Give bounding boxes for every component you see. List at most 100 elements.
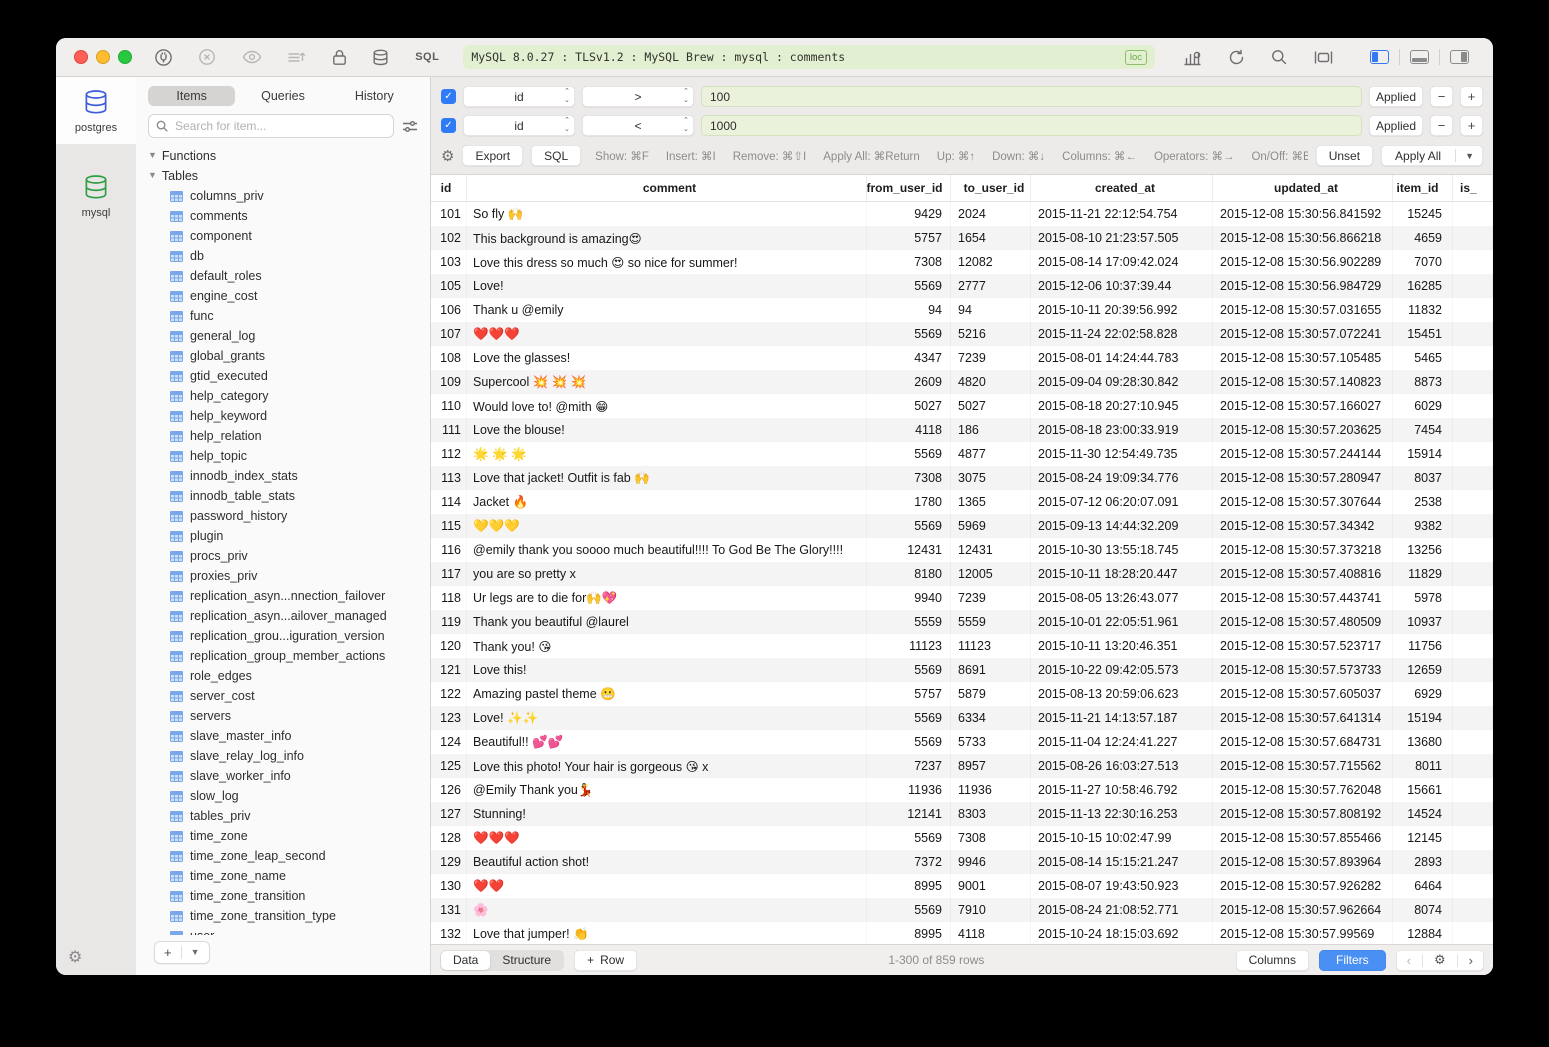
filter-operator-select[interactable]: > ⌃⌃ bbox=[582, 86, 694, 107]
cell-item_id[interactable]: 6929 bbox=[1393, 682, 1453, 706]
add-item-button[interactable]: + bbox=[155, 945, 181, 960]
cell-id[interactable]: 131 bbox=[431, 898, 467, 922]
cell-created_at[interactable]: 2015-08-14 15:15:21.247 bbox=[1031, 850, 1213, 874]
cell-is_[interactable] bbox=[1453, 442, 1493, 466]
cell-item_id[interactable]: 2538 bbox=[1393, 490, 1453, 514]
cell-from_user_id[interactable]: 5569 bbox=[867, 322, 951, 346]
sidebar-table-item[interactable]: slave_relay_log_info bbox=[148, 746, 430, 766]
sidebar-table-item[interactable]: servers bbox=[148, 706, 430, 726]
cell-to_user_id[interactable]: 1654 bbox=[951, 226, 1031, 250]
cell-to_user_id[interactable]: 1365 bbox=[951, 490, 1031, 514]
cell-updated_at[interactable]: 2015-12-08 15:30:57.762048 bbox=[1213, 778, 1393, 802]
cell-updated_at[interactable]: 2015-12-08 15:30:57.443741 bbox=[1213, 586, 1393, 610]
connection-icon[interactable] bbox=[154, 48, 173, 67]
cell-item_id[interactable]: 15245 bbox=[1393, 202, 1453, 226]
cell-is_[interactable] bbox=[1453, 754, 1493, 778]
close-window-button[interactable] bbox=[74, 50, 88, 64]
cell-from_user_id[interactable]: 7308 bbox=[867, 466, 951, 490]
cell-created_at[interactable]: 2015-10-01 22:05:51.961 bbox=[1031, 610, 1213, 634]
cell-id[interactable]: 114 bbox=[431, 490, 467, 514]
cell-updated_at[interactable]: 2015-12-08 15:30:57.166027 bbox=[1213, 394, 1393, 418]
cell-updated_at[interactable]: 2015-12-08 15:30:57.523717 bbox=[1213, 634, 1393, 658]
cell-item_id[interactable]: 8873 bbox=[1393, 370, 1453, 394]
cell-id[interactable]: 106 bbox=[431, 298, 467, 322]
cell-to_user_id[interactable]: 7239 bbox=[951, 586, 1031, 610]
cell-created_at[interactable]: 2015-10-24 18:15:03.692 bbox=[1031, 922, 1213, 944]
cell-item_id[interactable]: 13256 bbox=[1393, 538, 1453, 562]
cell-to_user_id[interactable]: 12431 bbox=[951, 538, 1031, 562]
cell-id[interactable]: 125 bbox=[431, 754, 467, 778]
cell-comment[interactable]: ❤️❤️❤️ bbox=[467, 826, 867, 850]
cell-created_at[interactable]: 2015-08-14 17:09:42.024 bbox=[1031, 250, 1213, 274]
cell-is_[interactable] bbox=[1453, 490, 1493, 514]
cell-id[interactable]: 117 bbox=[431, 562, 467, 586]
cell-is_[interactable] bbox=[1453, 466, 1493, 490]
cell-to_user_id[interactable]: 94 bbox=[951, 298, 1031, 322]
cell-is_[interactable] bbox=[1453, 634, 1493, 658]
cell-updated_at[interactable]: 2015-12-08 15:30:57.244144 bbox=[1213, 442, 1393, 466]
tab-queries[interactable]: Queries bbox=[239, 86, 326, 106]
cell-to_user_id[interactable]: 4118 bbox=[951, 922, 1031, 944]
cell-from_user_id[interactable]: 5027 bbox=[867, 394, 951, 418]
apply-all-dropdown[interactable]: ▼ bbox=[1456, 151, 1483, 161]
cell-created_at[interactable]: 2015-10-22 09:42:05.573 bbox=[1031, 658, 1213, 682]
sidebar-table-item[interactable]: db bbox=[148, 246, 430, 266]
cell-to_user_id[interactable]: 12005 bbox=[951, 562, 1031, 586]
cell-id[interactable]: 122 bbox=[431, 682, 467, 706]
cell-updated_at[interactable]: 2015-12-08 15:30:57.893964 bbox=[1213, 850, 1393, 874]
cell-to_user_id[interactable]: 9946 bbox=[951, 850, 1031, 874]
sidebar-table-item[interactable]: innodb_table_stats bbox=[148, 486, 430, 506]
cell-comment[interactable]: ❤️❤️ bbox=[467, 874, 867, 898]
cell-created_at[interactable]: 2015-10-30 13:55:18.745 bbox=[1031, 538, 1213, 562]
cell-id[interactable]: 105 bbox=[431, 274, 467, 298]
cell-item_id[interactable]: 15194 bbox=[1393, 706, 1453, 730]
cell-is_[interactable] bbox=[1453, 850, 1493, 874]
cell-item_id[interactable]: 6464 bbox=[1393, 874, 1453, 898]
toggle-right-panel-icon[interactable] bbox=[1440, 50, 1479, 64]
cell-from_user_id[interactable]: 5569 bbox=[867, 898, 951, 922]
add-item-dropdown[interactable]: ▼ bbox=[182, 947, 209, 957]
cell-id[interactable]: 103 bbox=[431, 250, 467, 274]
cell-is_[interactable] bbox=[1453, 874, 1493, 898]
cell-from_user_id[interactable]: 4347 bbox=[867, 346, 951, 370]
cell-from_user_id[interactable]: 5569 bbox=[867, 442, 951, 466]
cell-updated_at[interactable]: 2015-12-08 15:30:57.105485 bbox=[1213, 346, 1393, 370]
tree-group-functions[interactable]: ▼ Functions bbox=[148, 146, 430, 166]
cell-id[interactable]: 110 bbox=[431, 394, 467, 418]
sidebar-table-item[interactable]: time_zone_transition_type bbox=[148, 906, 430, 926]
cell-is_[interactable] bbox=[1453, 802, 1493, 826]
cell-to_user_id[interactable]: 11936 bbox=[951, 778, 1031, 802]
cell-to_user_id[interactable]: 5559 bbox=[951, 610, 1031, 634]
cell-item_id[interactable]: 15451 bbox=[1393, 322, 1453, 346]
cell-created_at[interactable]: 2015-11-13 22:30:16.253 bbox=[1031, 802, 1213, 826]
cell-is_[interactable] bbox=[1453, 274, 1493, 298]
cell-id[interactable]: 113 bbox=[431, 466, 467, 490]
sidebar-table-item[interactable]: replication_asyn...nnection_failover bbox=[148, 586, 430, 606]
query-log-icon[interactable] bbox=[287, 50, 306, 65]
cell-updated_at[interactable]: 2015-12-08 15:30:57.34342 bbox=[1213, 514, 1393, 538]
cell-id[interactable]: 101 bbox=[431, 202, 467, 226]
cell-is_[interactable] bbox=[1453, 346, 1493, 370]
search-icon[interactable] bbox=[1271, 49, 1287, 65]
cell-item_id[interactable]: 16285 bbox=[1393, 274, 1453, 298]
cell-to_user_id[interactable]: 5733 bbox=[951, 730, 1031, 754]
cell-comment[interactable]: Love the glasses! bbox=[467, 346, 867, 370]
cell-from_user_id[interactable]: 9940 bbox=[867, 586, 951, 610]
sidebar-table-item[interactable]: password_history bbox=[148, 506, 430, 526]
filter-column-select[interactable]: id ⌃⌃ bbox=[463, 115, 575, 136]
search-item-input[interactable] bbox=[173, 118, 386, 134]
cell-created_at[interactable]: 2015-08-10 21:23:57.505 bbox=[1031, 226, 1213, 250]
cell-to_user_id[interactable]: 4877 bbox=[951, 442, 1031, 466]
sidebar-table-item[interactable]: time_zone_name bbox=[148, 866, 430, 886]
filter-column-select[interactable]: id ⌃⌃ bbox=[463, 86, 575, 107]
cell-id[interactable]: 102 bbox=[431, 226, 467, 250]
add-row-button[interactable]: + Row bbox=[574, 950, 637, 971]
cell-to_user_id[interactable]: 4820 bbox=[951, 370, 1031, 394]
cell-item_id[interactable]: 15661 bbox=[1393, 778, 1453, 802]
cell-from_user_id[interactable]: 5569 bbox=[867, 514, 951, 538]
cell-created_at[interactable]: 2015-08-24 21:08:52.771 bbox=[1031, 898, 1213, 922]
sidebar-table-item[interactable]: replication_grou...iguration_version bbox=[148, 626, 430, 646]
data-tab[interactable]: Data bbox=[441, 951, 490, 970]
cell-is_[interactable] bbox=[1453, 562, 1493, 586]
cell-updated_at[interactable]: 2015-12-08 15:30:56.866218 bbox=[1213, 226, 1393, 250]
